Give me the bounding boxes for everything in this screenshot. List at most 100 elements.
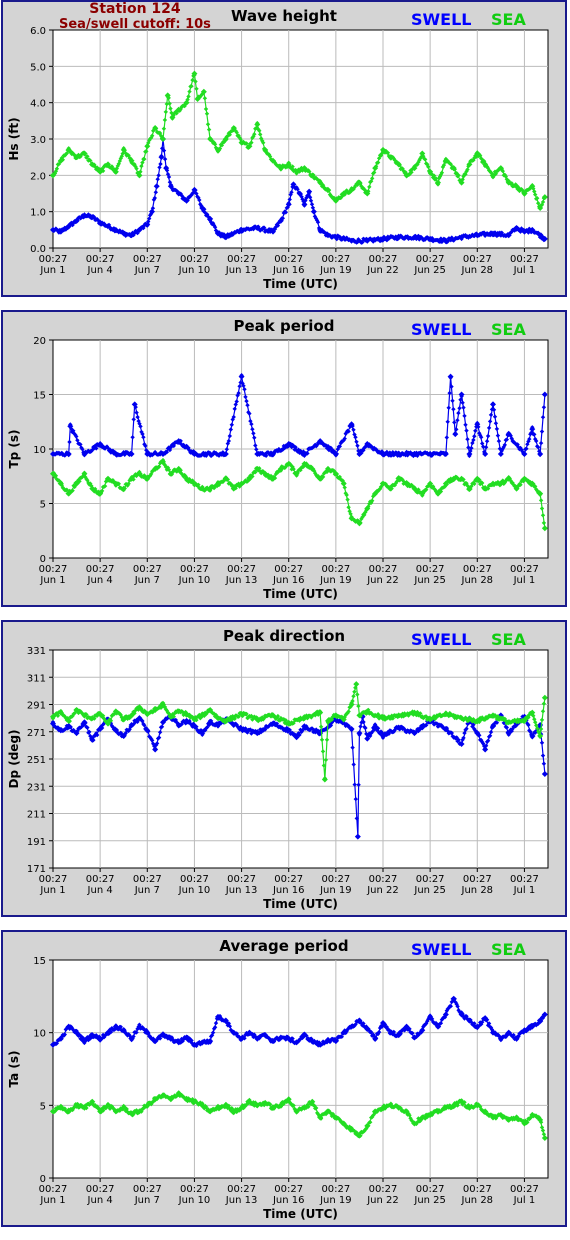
x-tick-date: Jun 19 — [319, 1195, 352, 1206]
x-tick-time: 00:27 — [274, 564, 303, 575]
y-tick-label: 10 — [33, 445, 46, 456]
x-tick-date: Jun 4 — [87, 885, 113, 896]
x-tick-date: Jun 16 — [272, 575, 305, 586]
x-tick-time: 00:27 — [274, 874, 303, 885]
x-tick-date: Jun 13 — [225, 575, 258, 586]
x-tick-time: 00:27 — [133, 874, 162, 885]
y-tick-label: 291 — [27, 701, 46, 712]
x-tick-time: 00:27 — [321, 254, 350, 265]
x-tick-date: Jun 7 — [134, 265, 160, 276]
x-tick-time: 00:27 — [39, 254, 68, 265]
x-tick-date: Jun 7 — [134, 885, 160, 896]
x-tick-time: 00:27 — [369, 564, 398, 575]
x-tick-time: 00:27 — [133, 564, 162, 575]
x-tick-time: 00:27 — [463, 874, 492, 885]
y-tick-label: 271 — [27, 728, 46, 739]
x-tick-date: Jun 10 — [178, 265, 211, 276]
x-tick-date: Jun 28 — [461, 885, 494, 896]
x-tick-date: Jun 28 — [461, 575, 494, 586]
x-tick-date: Jun 1 — [39, 265, 65, 276]
x-tick-date: Jun 22 — [366, 265, 399, 276]
y-tick-label: 4.0 — [30, 99, 46, 110]
x-tick-date: Jun 28 — [461, 1195, 494, 1206]
y-tick-label: 331 — [27, 646, 46, 657]
x-tick-time: 00:27 — [369, 254, 398, 265]
x-tick-date: Jun 25 — [413, 885, 446, 896]
x-axis-label: Time (UTC) — [263, 897, 338, 911]
x-tick-time: 00:27 — [510, 564, 539, 575]
plot-area — [52, 959, 549, 1179]
x-tick-time: 00:27 — [463, 254, 492, 265]
y-tick-label: 10 — [33, 1029, 46, 1040]
y-axis-label: Tp (s) — [7, 429, 21, 468]
y-tick-label: 191 — [27, 837, 46, 848]
x-tick-date: Jun 10 — [178, 885, 211, 896]
x-axis-label: Time (UTC) — [263, 1207, 338, 1221]
x-tick-time: 00:27 — [180, 254, 209, 265]
y-tick-label: 1.0 — [30, 208, 46, 219]
x-tick-time: 00:27 — [86, 1184, 115, 1195]
x-tick-date: Jun 4 — [87, 265, 113, 276]
x-tick-time: 00:27 — [39, 874, 68, 885]
x-tick-date: Jun 25 — [413, 265, 446, 276]
chart-svg: 0.01.02.03.04.05.06.000:27Jun 100:27Jun … — [7, 26, 549, 291]
x-tick-date: Jun 1 — [39, 575, 65, 586]
y-tick-label: 311 — [27, 673, 46, 684]
y-tick-label: 15 — [33, 956, 46, 967]
y-tick-label: 231 — [27, 782, 46, 793]
x-tick-time: 00:27 — [39, 1184, 68, 1195]
x-tick-time: 00:27 — [510, 1184, 539, 1195]
y-tick-label: 5 — [40, 500, 46, 511]
x-tick-time: 00:27 — [416, 254, 445, 265]
x-tick-date: Jun 16 — [272, 885, 305, 896]
x-tick-time: 00:27 — [321, 1184, 350, 1195]
x-tick-date: Jul 1 — [513, 885, 536, 896]
y-axis-label: Ta (s) — [7, 1050, 21, 1087]
x-tick-time: 00:27 — [416, 564, 445, 575]
y-tick-label: 3.0 — [30, 135, 46, 146]
x-tick-date: Jun 1 — [39, 885, 65, 896]
peak-period-panel: Peak period SWELL SEA 0 5 10 15 20 00:27 Jun 1… — [1, 310, 567, 607]
x-tick-time: 00:27 — [133, 1184, 162, 1195]
x-tick-time: 00:27 — [274, 254, 303, 265]
y-tick-label: 15 — [33, 391, 46, 402]
x-tick-time: 00:27 — [510, 254, 539, 265]
x-tick-time: 00:27 — [510, 874, 539, 885]
x-tick-date: Jun 28 — [461, 265, 494, 276]
y-axis-label: Dp (deg) — [7, 729, 21, 788]
x-tick-date: Jun 19 — [319, 575, 352, 586]
x-tick-date: Jun 22 — [366, 575, 399, 586]
y-tick-label: 20 — [33, 336, 46, 347]
x-tick-time: 00:27 — [180, 1184, 209, 1195]
x-tick-time: 00:27 — [321, 874, 350, 885]
x-tick-time: 00:27 — [180, 874, 209, 885]
x-tick-time: 00:27 — [463, 564, 492, 575]
x-tick-date: Jun 19 — [319, 265, 352, 276]
x-tick-time: 00:27 — [227, 254, 256, 265]
x-tick-time: 00:27 — [86, 874, 115, 885]
x-tick-date: Jul 1 — [513, 575, 536, 586]
average-period-panel: Average period SWELL SEA 0 5 10 15 00:27 Jun … — [1, 930, 567, 1227]
x-tick-time: 00:27 — [463, 1184, 492, 1195]
x-tick-date: Jun 16 — [272, 265, 305, 276]
x-tick-time: 00:27 — [180, 564, 209, 575]
x-tick-time: 00:27 — [227, 874, 256, 885]
x-tick-date: Jul 1 — [513, 265, 536, 276]
x-tick-date: Jun 13 — [225, 885, 258, 896]
y-tick-label: 6.0 — [30, 26, 46, 37]
chart-svg: 0510152000:27Jun 100:27Jun 400:27Jun 700… — [7, 336, 549, 601]
x-tick-time: 00:27 — [321, 564, 350, 575]
x-tick-date: Jun 25 — [413, 575, 446, 586]
x-axis-label: Time (UTC) — [263, 587, 338, 601]
x-tick-time: 00:27 — [133, 254, 162, 265]
x-tick-time: 00:27 — [227, 1184, 256, 1195]
x-tick-date: Jun 10 — [178, 575, 211, 586]
x-tick-date: Jun 19 — [319, 885, 352, 896]
x-tick-time: 00:27 — [416, 1184, 445, 1195]
x-tick-time: 00:27 — [274, 1184, 303, 1195]
x-tick-time: 00:27 — [227, 564, 256, 575]
x-tick-date: Jun 22 — [366, 885, 399, 896]
x-tick-date: Jun 13 — [225, 1195, 258, 1206]
y-tick-label: 211 — [27, 810, 46, 821]
y-axis-label: Hs (ft) — [7, 117, 21, 160]
